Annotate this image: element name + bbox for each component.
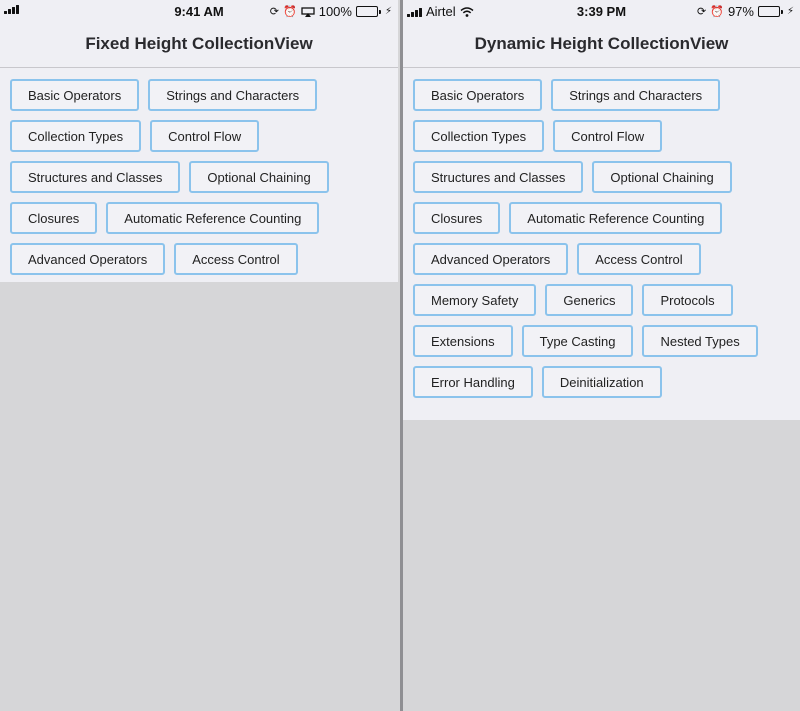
- nav-bar-divider: [403, 67, 800, 68]
- status-bar: 9:41 AM ⟳ ⏰ 100% ⚡: [0, 0, 398, 24]
- chip-cell[interactable]: Error Handling: [413, 366, 533, 398]
- collection-view: Basic Operators Strings and Characters Col…: [413, 79, 796, 398]
- chip-cell[interactable]: Optional Chaining: [592, 161, 732, 193]
- orientation-lock-icon: ⟳: [697, 5, 707, 18]
- chip-cell[interactable]: Protocols: [642, 284, 733, 316]
- battery-icon: [355, 6, 381, 17]
- status-right: ⟳ ⏰ 97% ⚡: [697, 4, 794, 19]
- airplay-icon: [301, 6, 315, 17]
- chip-cell[interactable]: Nested Types: [642, 325, 758, 357]
- chip-cell[interactable]: Basic Operators: [10, 79, 140, 111]
- content-area: Airtel 3:39 PM ⟳ ⏰ 97% ⚡ Dynamic Height …: [403, 0, 800, 420]
- charging-icon: ⚡: [384, 6, 392, 17]
- chip-cell[interactable]: Generics: [545, 284, 634, 316]
- nav-bar-divider: [0, 67, 398, 68]
- chip-cell[interactable]: Access Control: [577, 243, 701, 275]
- chip-cell[interactable]: Optional Chaining: [189, 161, 329, 193]
- chip-cell[interactable]: Collection Types: [10, 120, 142, 152]
- chip-cell[interactable]: Structures and Classes: [10, 161, 181, 193]
- chip-cell[interactable]: Deinitialization: [541, 366, 662, 398]
- chip-cell[interactable]: Collection Types: [413, 120, 545, 152]
- chip-cell[interactable]: Access Control: [174, 243, 298, 275]
- battery-percentage: 97%: [727, 4, 754, 19]
- chip-cell[interactable]: Control Flow: [150, 120, 260, 152]
- chip-cell[interactable]: Basic Operators: [413, 79, 543, 111]
- chip-cell[interactable]: Advanced Operators: [413, 243, 569, 275]
- chip-cell[interactable]: Strings and Characters: [551, 79, 721, 111]
- chip-cell[interactable]: Memory Safety: [413, 284, 537, 316]
- chip-cell[interactable]: Advanced Operators: [10, 243, 166, 275]
- collection-view: Basic Operators Strings and Characters Col…: [10, 79, 394, 275]
- chip-cell[interactable]: Automatic Reference Counting: [509, 202, 723, 234]
- nav-title: Fixed Height CollectionView: [85, 34, 313, 53]
- alarm-icon: ⏰: [283, 5, 297, 18]
- chip-cell[interactable]: Strings and Characters: [148, 79, 318, 111]
- right-screen-dynamic-height: Airtel 3:39 PM ⟳ ⏰ 97% ⚡ Dynamic Height …: [403, 0, 800, 711]
- status-bar: Airtel 3:39 PM ⟳ ⏰ 97% ⚡: [403, 0, 800, 24]
- nav-title: Dynamic Height CollectionView: [474, 34, 729, 53]
- chip-cell[interactable]: Structures and Classes: [413, 161, 584, 193]
- alarm-icon: ⏰: [710, 5, 724, 18]
- battery-icon: [757, 6, 783, 17]
- chip-cell[interactable]: Closures: [413, 202, 501, 234]
- chip-cell[interactable]: Extensions: [413, 325, 513, 357]
- chip-cell[interactable]: Type Casting: [521, 325, 634, 357]
- chip-cell[interactable]: Closures: [10, 202, 98, 234]
- content-area: 9:41 AM ⟳ ⏰ 100% ⚡ Fixed Height Collecti…: [0, 0, 398, 282]
- chip-cell[interactable]: Automatic Reference Counting: [106, 202, 320, 234]
- chip-cell[interactable]: Control Flow: [553, 120, 663, 152]
- status-right: ⟳ ⏰ 100% ⚡: [270, 4, 392, 19]
- left-screen-fixed-height: 9:41 AM ⟳ ⏰ 100% ⚡ Fixed Height Collecti…: [0, 0, 398, 711]
- charging-icon: ⚡: [786, 6, 794, 17]
- battery-percentage: 100%: [318, 4, 352, 19]
- orientation-lock-icon: ⟳: [269, 5, 280, 18]
